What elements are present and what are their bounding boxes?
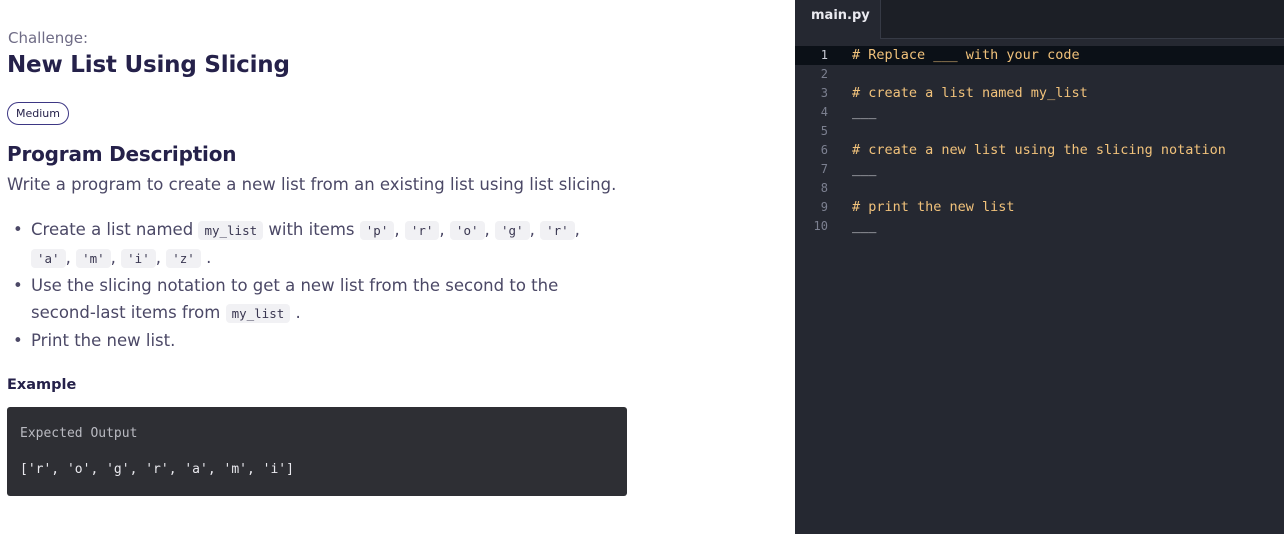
bullet-text: Create a list named — [31, 220, 194, 239]
comma: , — [484, 220, 490, 239]
inline-code: 'g' — [495, 221, 530, 240]
program-description-text: Write a program to create a new list fro… — [7, 175, 617, 194]
inline-code: my_list — [198, 221, 264, 240]
expected-output-box: Expected Output ['r', 'o', 'g', 'r', 'a'… — [7, 407, 627, 496]
code-line[interactable]: 7 ___ — [795, 160, 1284, 179]
line-number: 9 — [820, 200, 828, 214]
inline-code: 'm' — [76, 249, 111, 268]
inline-code: 'r' — [404, 221, 440, 240]
code-text[interactable]: ___ — [852, 217, 876, 236]
comma: , — [394, 220, 400, 239]
comma: , — [65, 248, 71, 267]
line-number: 2 — [820, 67, 828, 81]
inline-code: 'p' — [359, 221, 395, 240]
editor-tab-bar: main.py — [795, 0, 1284, 39]
comma: , — [529, 220, 535, 239]
line-number: 8 — [820, 181, 828, 195]
comma: , — [439, 220, 445, 239]
code-text[interactable]: # create a new list using the slicing no… — [852, 141, 1226, 160]
code-line[interactable]: 9 # print the new list — [795, 198, 1284, 217]
difficulty-badge: Medium — [7, 102, 69, 125]
code-line[interactable]: 1 # Replace ___ with your code — [795, 46, 1284, 65]
inline-code: 'a' — [31, 249, 66, 268]
line-number: 3 — [820, 86, 828, 100]
list-item: Print the new list. — [7, 327, 617, 354]
code-editor[interactable]: main.py 1 # Replace ___ with your code 2… — [795, 0, 1284, 534]
line-number: 1 — [820, 48, 828, 62]
example-heading: Example — [7, 377, 77, 393]
code-text[interactable]: # Replace ___ with your code — [852, 46, 1080, 65]
program-description-heading: Program Description — [7, 142, 237, 166]
code-text[interactable]: # create a list named my_list — [852, 84, 1088, 103]
bullet-text: second-last items from — [31, 303, 221, 322]
line-number: 10 — [813, 219, 828, 233]
bullet-text: with items — [268, 220, 355, 239]
code-line[interactable]: 3 # create a list named my_list — [795, 84, 1284, 103]
code-line[interactable]: 10 ___ — [795, 217, 1284, 236]
code-line[interactable]: 8 — [795, 179, 1284, 198]
code-line[interactable]: 4 ___ — [795, 103, 1284, 122]
requirements-list: Create a list named my_list with items '… — [7, 216, 617, 354]
line-number: 7 — [820, 162, 828, 176]
tab-main-py[interactable]: main.py — [795, 0, 881, 39]
code-line[interactable]: 5 — [795, 122, 1284, 141]
code-text[interactable]: ___ — [852, 103, 876, 122]
line-number: 4 — [820, 105, 828, 119]
inline-code: 'i' — [121, 249, 156, 268]
inline-code: my_list — [225, 304, 291, 323]
code-area[interactable]: 1 # Replace ___ with your code 2 3 # cre… — [795, 46, 1284, 236]
list-item: Use the slicing notation to get a new li… — [7, 272, 617, 327]
challenge-title: New List Using Slicing — [7, 52, 290, 78]
comma: , — [110, 248, 116, 267]
inline-code: 'r' — [540, 221, 575, 240]
inline-code: 'z' — [166, 249, 201, 268]
expected-output-value: ['r', 'o', 'g', 'r', 'a', 'm', 'i'] — [20, 462, 294, 477]
bullet-text: Print the new list. — [31, 331, 176, 350]
line-number: 6 — [820, 143, 828, 157]
bullet-text: Use the slicing notation to get a new li… — [31, 276, 559, 295]
period: . — [206, 248, 212, 267]
challenge-label: Challenge: — [8, 29, 89, 47]
code-text[interactable]: # print the new list — [852, 198, 1015, 217]
code-text[interactable]: ___ — [852, 160, 876, 179]
list-item: Create a list named my_list with items '… — [7, 216, 617, 272]
problem-panel: Challenge: New List Using Slicing Medium… — [0, 0, 795, 534]
line-number: 5 — [820, 124, 828, 138]
expected-output-label: Expected Output — [20, 426, 138, 441]
code-line[interactable]: 6 # create a new list using the slicing … — [795, 141, 1284, 160]
period: . — [295, 303, 301, 322]
comma: , — [574, 220, 580, 239]
code-line[interactable]: 2 — [795, 65, 1284, 84]
inline-code: 'o' — [449, 221, 485, 240]
comma: , — [155, 248, 161, 267]
